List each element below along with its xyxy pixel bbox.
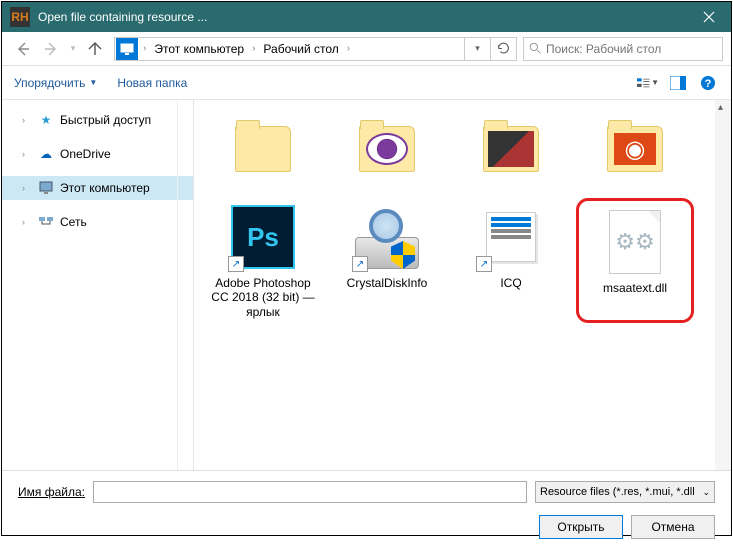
- search-icon: [524, 42, 546, 55]
- monitor-icon: [38, 180, 54, 196]
- sidebar-scrollbar[interactable]: [177, 100, 193, 470]
- breadcrumb[interactable]: › Этот компьютер › Рабочий стол › ▾: [114, 37, 517, 61]
- nav-bar: ▾ › Этот компьютер › Рабочий стол › ▾: [2, 32, 731, 66]
- folder-item[interactable]: [576, 110, 694, 192]
- chevron-right-icon: ›: [22, 149, 32, 159]
- svg-text:?: ?: [705, 78, 712, 90]
- cloud-icon: ☁: [38, 146, 54, 162]
- chevron-right-icon: ›: [22, 115, 32, 125]
- search-input[interactable]: [546, 42, 722, 56]
- filename-input[interactable]: [93, 481, 527, 503]
- gear-icon: ⚙⚙: [615, 229, 654, 255]
- help-icon: ?: [700, 75, 716, 91]
- network-icon: [38, 214, 54, 230]
- close-button[interactable]: [686, 2, 731, 32]
- sidebar-item-label: OneDrive: [60, 147, 111, 161]
- chevron-right-icon: ›: [248, 43, 259, 54]
- file-label: msaatext.dll: [603, 281, 667, 295]
- toolbar: Упорядочить ▼ Новая папка ▼ ?: [2, 66, 731, 100]
- content-scrollbar[interactable]: [715, 100, 731, 470]
- arrow-up-icon: [87, 41, 103, 57]
- shortcut-icon: ↗: [352, 256, 368, 272]
- dialog-footer: ИИмя файла:мя файла: Resource files (*.r…: [2, 470, 731, 549]
- titlebar: RH Open file containing resource ...: [2, 2, 731, 32]
- sidebar-onedrive[interactable]: › ☁ OneDrive: [2, 142, 193, 166]
- chevron-right-icon: ›: [139, 43, 150, 54]
- folder-item[interactable]: [204, 110, 322, 192]
- refresh-icon: [497, 42, 510, 55]
- file-msaatext-dll[interactable]: ⚙⚙ msaatext.dll: [576, 198, 694, 323]
- new-folder-button[interactable]: Новая папка: [117, 76, 187, 90]
- chevron-right-icon: ›: [22, 217, 32, 227]
- file-label: Adobe Photoshop CC 2018 (32 bit) — ярлык: [208, 276, 318, 319]
- breadcrumb-this-pc[interactable]: Этот компьютер: [150, 42, 248, 56]
- shortcut-icon: ↗: [228, 256, 244, 272]
- file-label: CrystalDiskInfo: [347, 276, 428, 290]
- filter-label: Resource files (*.res, *.mui, *.dll: [540, 486, 695, 498]
- sidebar-item-label: Сеть: [60, 215, 87, 229]
- view-options-button[interactable]: ▼: [637, 72, 659, 94]
- preview-pane-button[interactable]: [667, 72, 689, 94]
- shortcut-icon: ↗: [476, 256, 492, 272]
- chevron-right-icon: ›: [22, 183, 32, 193]
- monitor-icon: [116, 38, 138, 60]
- forward-button[interactable]: [38, 36, 64, 62]
- arrow-left-icon: [15, 41, 31, 57]
- search-box[interactable]: [523, 37, 723, 61]
- breadcrumb-desktop[interactable]: Рабочий стол: [259, 42, 342, 56]
- folder-item[interactable]: [452, 110, 570, 192]
- sidebar-item-label: Быстрый доступ: [60, 113, 151, 127]
- chevron-down-icon: ▼: [89, 78, 97, 87]
- sidebar-network[interactable]: › Сеть: [2, 210, 193, 234]
- up-button[interactable]: [82, 36, 108, 62]
- app-logo: RH: [10, 7, 30, 27]
- back-button[interactable]: [10, 36, 36, 62]
- window-title: Open file containing resource ...: [38, 10, 686, 24]
- star-icon: ★: [38, 112, 54, 128]
- close-icon: [703, 11, 715, 23]
- open-button[interactable]: Открыть: [539, 515, 623, 539]
- refresh-button[interactable]: [490, 38, 516, 60]
- organize-menu[interactable]: Упорядочить ▼: [14, 76, 97, 90]
- file-photoshop-shortcut[interactable]: Ps↗Adobe Photoshop CC 2018 (32 bit) — яр…: [204, 198, 322, 323]
- chevron-down-icon: ⌄: [702, 487, 710, 498]
- panel-icon: [670, 76, 686, 90]
- sidebar-item-label: Этот компьютер: [60, 181, 150, 195]
- filename-label: ИИмя файла:мя файла:: [18, 485, 85, 499]
- file-icq-shortcut[interactable]: ↗ ICQ: [452, 198, 570, 323]
- sidebar-this-pc[interactable]: › Этот компьютер: [2, 176, 193, 200]
- sidebar: › ★ Быстрый доступ › ☁ OneDrive › Этот к…: [2, 100, 194, 470]
- chevron-right-icon: ›: [343, 43, 354, 54]
- folder-item[interactable]: [328, 110, 446, 192]
- file-crystaldiskinfo-shortcut[interactable]: ↗ CrystalDiskInfo: [328, 198, 446, 323]
- sidebar-quick-access[interactable]: › ★ Быстрый доступ: [2, 108, 193, 132]
- chevron-down-icon: ▾: [71, 43, 76, 54]
- cancel-button[interactable]: Отмена: [631, 515, 715, 539]
- view-icon: [637, 76, 651, 90]
- file-type-filter[interactable]: Resource files (*.res, *.mui, *.dll ⌄: [535, 481, 715, 503]
- arrow-right-icon: [43, 41, 59, 57]
- help-button[interactable]: ?: [697, 72, 719, 94]
- file-label: ICQ: [500, 276, 521, 290]
- file-list: Ps↗Adobe Photoshop CC 2018 (32 bit) — яр…: [194, 100, 731, 470]
- chevron-down-icon: ▾: [475, 43, 480, 54]
- recent-dropdown[interactable]: ▾: [66, 36, 80, 62]
- breadcrumb-dropdown[interactable]: ▾: [464, 38, 490, 60]
